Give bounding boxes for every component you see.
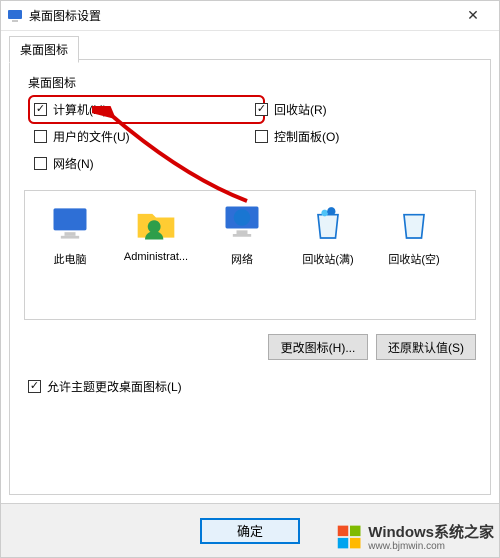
icon-label: 此电脑 <box>31 251 109 267</box>
tab-desktop-icons[interactable]: 桌面图标 <box>9 36 79 63</box>
ok-button[interactable]: 确定 <box>200 518 300 544</box>
icon-label: 回收站(满) <box>289 251 367 267</box>
tab-panel: 桌面图标 计算机(M) 回收站(R) 用户的文件(U) 控制面板(O) 网络(N… <box>9 59 491 495</box>
check-icon <box>34 130 47 143</box>
checkbox-user-files[interactable]: 用户的文件(U) <box>34 128 255 145</box>
change-icon-button[interactable]: 更改图标(H)... <box>268 334 368 360</box>
recycle-bin-full-icon <box>304 199 352 247</box>
checkbox-label: 计算机(M) <box>53 101 107 118</box>
checkbox-label: 控制面板(O) <box>274 128 339 145</box>
watermark-text: Windows系统之家 www.bjmwin.com <box>368 521 494 552</box>
monitor-icon <box>46 199 94 247</box>
icon-label: 回收站(空) <box>375 251 453 267</box>
icon-label: 网络 <box>203 251 281 267</box>
watermark-brand: Windows系统之家 <box>368 524 494 541</box>
tabstrip: 桌面图标 <box>1 31 499 59</box>
theme-checkbox-row: 允许主题更改桌面图标(L) <box>24 378 476 395</box>
check-icon <box>34 103 47 116</box>
icon-recycle-bin-full[interactable]: 回收站(满) <box>289 199 367 267</box>
checkbox-grid: 计算机(M) 回收站(R) 用户的文件(U) 控制面板(O) 网络(N) <box>24 101 476 172</box>
checkbox-computer[interactable]: 计算机(M) <box>32 99 261 120</box>
icon-preview-list: 此电脑 Administrat... 网络 回收站(满) <box>24 190 476 320</box>
checkbox-label: 回收站(R) <box>274 101 327 118</box>
app-icon <box>7 8 23 24</box>
user-folder-icon <box>132 199 180 247</box>
watermark-url: www.bjmwin.com <box>368 542 494 552</box>
checkbox-label: 允许主题更改桌面图标(L) <box>47 378 182 395</box>
icon-administrator[interactable]: Administrat... <box>117 199 195 263</box>
network-icon <box>218 199 266 247</box>
restore-default-button[interactable]: 还原默认值(S) <box>376 334 476 360</box>
icon-network[interactable]: 网络 <box>203 199 281 267</box>
icon-this-pc[interactable]: 此电脑 <box>31 199 109 267</box>
window-title: 桌面图标设置 <box>29 7 453 24</box>
check-icon <box>28 380 41 393</box>
windows-logo-icon <box>336 523 364 551</box>
checkbox-recycle-bin[interactable]: 回收站(R) <box>255 101 476 118</box>
checkbox-control-panel[interactable]: 控制面板(O) <box>255 128 476 145</box>
checkbox-label: 网络(N) <box>53 155 94 172</box>
check-icon <box>34 157 47 170</box>
icon-label: Administrat... <box>117 251 195 263</box>
close-button[interactable]: ✕ <box>453 2 493 30</box>
icon-action-row: 更改图标(H)... 还原默认值(S) <box>24 334 476 360</box>
group-label: 桌面图标 <box>28 74 476 91</box>
checkbox-label: 用户的文件(U) <box>53 128 130 145</box>
recycle-bin-empty-icon <box>390 199 438 247</box>
check-icon <box>255 103 268 116</box>
desktop-icon-settings-window: 桌面图标设置 ✕ 桌面图标 桌面图标 计算机(M) 回收站(R) 用户的文件(U… <box>0 0 500 558</box>
watermark: Windows系统之家 www.bjmwin.com <box>336 521 494 552</box>
checkbox-allow-theme-change[interactable]: 允许主题更改桌面图标(L) <box>28 378 476 395</box>
check-icon <box>255 130 268 143</box>
icon-recycle-bin-empty[interactable]: 回收站(空) <box>375 199 453 267</box>
checkbox-network[interactable]: 网络(N) <box>34 155 255 172</box>
titlebar: 桌面图标设置 ✕ <box>1 1 499 31</box>
